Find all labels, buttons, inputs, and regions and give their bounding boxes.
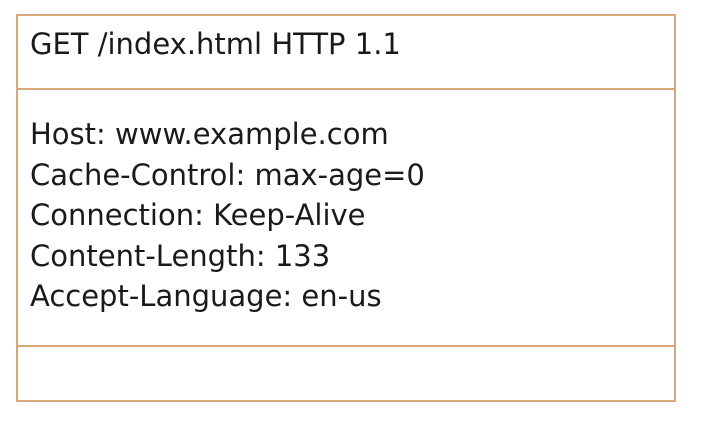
request-line-section: GET /index.html HTTP 1.1 xyxy=(18,16,674,90)
header-list: Host: www.example.com Cache-Control: max… xyxy=(30,114,425,317)
headers-section: Host: www.example.com Cache-Control: max… xyxy=(18,90,674,347)
header-connection: Connection: Keep-Alive xyxy=(30,198,366,232)
body-section xyxy=(18,347,674,400)
header-content-length: Content-Length: 133 xyxy=(30,238,331,273)
request-line: GET /index.html HTTP 1.1 xyxy=(30,27,401,61)
header-cache-control: Cache-Control: max-age=0 xyxy=(30,157,425,192)
header-accept-language: Accept-Language: en-us xyxy=(30,279,382,313)
http-request-diagram: GET /index.html HTTP 1.1 Host: www.examp… xyxy=(16,14,676,402)
header-host: Host: www.example.com xyxy=(30,117,389,151)
